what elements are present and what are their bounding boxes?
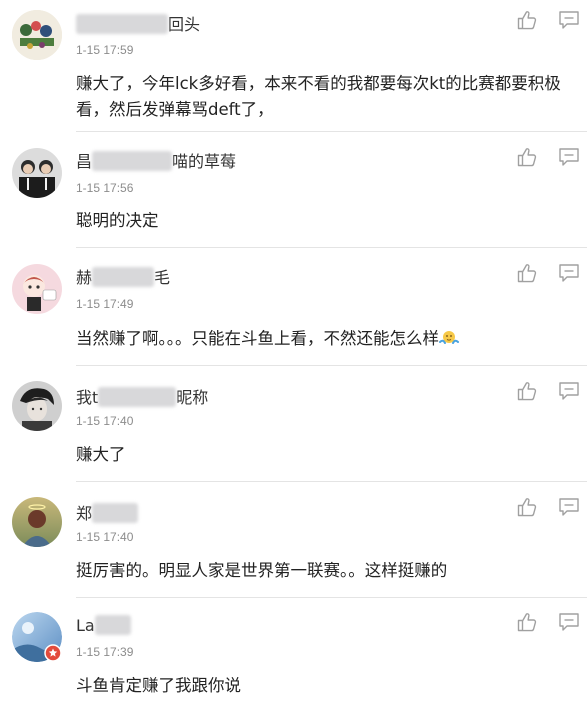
comment-item: 回头 1-15 17:59 赚大了，今年lck多好看，本来不看的我都要每次kt的… — [0, 0, 587, 132]
comment-text: 当然赚了啊。。。只能在斗鱼上看，不然还能怎么样 — [76, 326, 577, 352]
username[interactable]: 回头 — [76, 11, 200, 35]
timestamp: 1-15 17:40 — [76, 530, 134, 544]
thumbs-up-icon[interactable] — [516, 611, 538, 633]
comment-item: La 1-15 17:39 斗鱼肯定赚了我跟你说 — [0, 598, 587, 711]
username[interactable]: 赫毛 — [76, 264, 170, 288]
blurred-name — [92, 503, 139, 523]
timestamp: 1-15 17:49 — [76, 297, 134, 311]
blurred-name — [76, 14, 168, 34]
comment-item: 郑 1-15 17:40 挺厉害的。明显人家是世界第一联赛。。这样挺赚的 — [0, 482, 587, 598]
blurred-name — [92, 267, 155, 287]
comment-text: 斗鱼肯定赚了我跟你说 — [76, 676, 241, 695]
blurred-name — [98, 387, 177, 407]
verified-badge-icon — [44, 644, 62, 662]
comment-text: 挺厉害的。明显人家是世界第一联赛。。这样挺赚的 — [76, 561, 448, 580]
username[interactable]: 我t 昵称 — [76, 384, 208, 408]
comment-text: 聪明的决定 — [76, 211, 159, 230]
comment-bubble-icon[interactable] — [558, 146, 580, 168]
user-avatar[interactable] — [12, 264, 62, 314]
comment-item: 昌喵的草莓 1-15 17:56 聪明的决定 — [0, 132, 587, 248]
timestamp: 1-15 17:40 — [76, 414, 134, 428]
user-avatar[interactable] — [12, 148, 62, 198]
thumbs-up-icon[interactable] — [516, 146, 538, 168]
comment-item: 赫毛 1-15 17:49 当然赚了啊。。。只能在斗鱼上看，不然还能怎么样 — [0, 248, 587, 366]
thumbs-up-icon[interactable] — [516, 262, 538, 284]
user-avatar[interactable] — [12, 10, 62, 60]
blurred-name — [92, 151, 173, 171]
username[interactable]: 昌喵的草莓 — [76, 148, 236, 172]
username[interactable]: La — [76, 615, 131, 635]
user-avatar[interactable] — [12, 612, 62, 662]
comment-text: 赚大了，今年lck多好看，本来不看的我都要每次kt的比赛都要积极看，然后发弹幕骂… — [76, 74, 561, 119]
comment-item: 我t 昵称 1-15 17:40 赚大了 — [0, 366, 587, 482]
blurred-name — [94, 615, 131, 635]
user-avatar[interactable] — [12, 381, 62, 431]
timestamp: 1-15 17:39 — [76, 645, 134, 659]
thumbs-up-icon[interactable] — [516, 380, 538, 402]
thumbs-up-icon[interactable] — [516, 496, 538, 518]
timestamp: 1-15 17:59 — [76, 43, 134, 57]
user-avatar[interactable] — [12, 497, 62, 547]
shrug-emoji-icon — [439, 331, 459, 344]
comment-text: 赚大了 — [76, 445, 126, 464]
timestamp: 1-15 17:56 — [76, 181, 134, 195]
comment-bubble-icon[interactable] — [558, 380, 580, 402]
comment-bubble-icon[interactable] — [558, 9, 580, 31]
comment-bubble-icon[interactable] — [558, 262, 580, 284]
comment-bubble-icon[interactable] — [558, 611, 580, 633]
thumbs-up-icon[interactable] — [516, 9, 538, 31]
comment-bubble-icon[interactable] — [558, 496, 580, 518]
username[interactable]: 郑 — [76, 500, 139, 524]
